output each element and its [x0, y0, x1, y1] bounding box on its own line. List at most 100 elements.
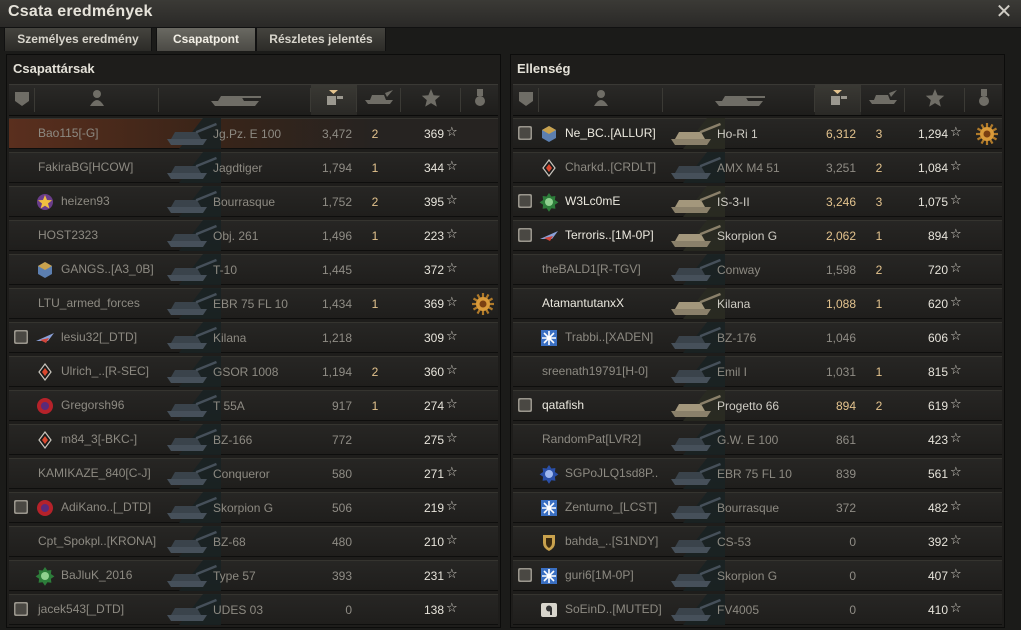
player-name[interactable]: RandomPat[LVR2] [542, 432, 641, 446]
player-name[interactable]: HOST2323 [38, 228, 98, 242]
table-row[interactable]: sreenath19791[H-0] Emil I 1,031 1 815 ☆ [513, 356, 1002, 387]
table-row[interactable]: Zenturno_[LCST] Bourrasque 372 482 ☆ [513, 492, 1002, 523]
table-row[interactable]: Charkd..[CRDLT] AMX M4 51 3,251 2 1,084 ☆ [513, 152, 1002, 183]
column-header-tank[interactable] [159, 85, 311, 115]
player-name[interactable]: m84_3[-BKC-] [61, 432, 137, 446]
xp-star-icon [915, 87, 955, 114]
player-name[interactable]: BaJluK_2016 [61, 568, 132, 582]
player-name[interactable]: SoEinD..[MUTED] [565, 602, 662, 616]
table-row[interactable]: Gregorsh96 T 55A 917 1 274 ☆ [9, 390, 498, 421]
table-row[interactable]: KAMIKAZE_840[C-J] Conqueror 580 271 ☆ [9, 458, 498, 489]
close-icon[interactable]: ✕ [995, 1, 1013, 21]
blue-badge-icon [539, 464, 559, 484]
player-name[interactable]: Bao115[-G] [38, 126, 98, 140]
player-name[interactable]: W3Lc0mE [565, 194, 620, 208]
squad-icon [13, 601, 29, 617]
table-row[interactable]: LTU_armed_forces EBR 75 FL 10 1,434 1 369 ☆ [9, 288, 498, 319]
player-name[interactable]: Charkd..[CRDLT] [565, 160, 656, 174]
table-row[interactable]: SGPoJLQ1sd8P.. EBR 75 FL 10 839 561 ☆ [513, 458, 1002, 489]
column-header-player[interactable] [35, 85, 159, 115]
tab-detailed-report[interactable]: Részletes jelentés [256, 27, 386, 51]
column-header-damage[interactable] [311, 85, 357, 115]
player-name[interactable]: AdiKano..[_DTD] [61, 500, 151, 514]
table-row[interactable]: guri6[1M-0P] Skorpion G 0 407 ☆ [513, 560, 1002, 591]
column-header-kills[interactable] [861, 85, 905, 115]
damage-value: 0 [849, 603, 856, 617]
column-header-squad[interactable] [9, 85, 35, 115]
player-name[interactable]: sreenath19791[H-0] [542, 364, 648, 378]
table-row[interactable]: heizen93 Bourrasque 1,752 2 395 ☆ [9, 186, 498, 217]
tab-personal-results[interactable]: Személyes eredmény [4, 27, 152, 51]
shield-badge-icon [539, 532, 559, 552]
table-row[interactable]: GANGS..[A3_0B] T-10 1,445 372 ☆ [9, 254, 498, 285]
player-name[interactable]: Gregorsh96 [61, 398, 124, 412]
medal-icon [460, 87, 500, 114]
column-header-kills[interactable] [357, 85, 401, 115]
star-icon: ☆ [446, 499, 458, 514]
player-name[interactable]: theBALD1[R-TGV] [542, 262, 641, 276]
table-row[interactable]: BaJluK_2016 Type 57 393 231 ☆ [9, 560, 498, 591]
table-row[interactable]: Cpt_Spokpl..[KRONA] BZ-68 480 210 ☆ [9, 526, 498, 557]
star-icon: ☆ [950, 533, 962, 548]
table-row[interactable]: AdiKano..[_DTD] Skorpion G 506 219 ☆ [9, 492, 498, 523]
player-name[interactable]: AtamantutanxX [542, 296, 624, 310]
player-name[interactable]: KAMIKAZE_840[C-J] [38, 466, 151, 480]
tank-icon [663, 254, 725, 285]
player-name[interactable]: jacek543[_DTD] [38, 602, 124, 616]
player-name[interactable]: Ulrich_..[R-SEC] [61, 364, 149, 378]
table-row[interactable]: HOST2323 Obj. 261 1,496 1 223 ☆ [9, 220, 498, 251]
star-icon: ☆ [950, 295, 962, 310]
table-row[interactable]: AtamantutanxX Kilana 1,088 1 620 ☆ [513, 288, 1002, 319]
damage-value: 506 [331, 501, 352, 515]
player-name[interactable]: SGPoJLQ1sd8P.. [565, 466, 658, 480]
table-row[interactable]: m84_3[-BKC-] BZ-166 772 275 ☆ [9, 424, 498, 455]
player-name[interactable]: lesiu32[_DTD] [61, 330, 137, 344]
column-header-damage[interactable] [815, 85, 861, 115]
column-header-tank[interactable] [663, 85, 815, 115]
table-row[interactable]: SoEinD..[MUTED] FV4005 0 410 ☆ [513, 594, 1002, 625]
star-icon: ☆ [950, 465, 962, 480]
column-header-medal[interactable] [965, 85, 1002, 115]
table-row[interactable]: FakiraBG[HCOW] Jagdtiger 1,794 1 344 ☆ [9, 152, 498, 183]
column-header-medal[interactable] [461, 85, 498, 115]
column-header-squad[interactable] [513, 85, 539, 115]
player-name[interactable]: Ne_BC..[ALLUR] [565, 126, 656, 140]
vehicle-name: G.W. E 100 [717, 433, 779, 447]
table-row[interactable]: Bao115[-G] Jg.Pz. E 100 3,472 2 369 ☆ [9, 118, 498, 149]
xp-value: 231 [423, 569, 444, 583]
medal-icon[interactable] [471, 292, 495, 316]
table-row[interactable]: Terroris..[1M-0P] Skorpion G 2,062 1 894 ☆ [513, 220, 1002, 251]
player-name[interactable]: heizen93 [61, 194, 110, 208]
player-name[interactable]: Trabbi..[XADEN] [565, 330, 653, 344]
column-header-xp-star[interactable] [401, 85, 461, 115]
table-row[interactable]: Trabbi..[XADEN] BZ-176 1,046 606 ☆ [513, 322, 1002, 353]
player-name[interactable]: Zenturno_[LCST] [565, 500, 657, 514]
table-row[interactable]: theBALD1[R-TGV] Conway 1,598 2 720 ☆ [513, 254, 1002, 285]
table-row[interactable]: Ulrich_..[R-SEC] GSOR 1008 1,194 2 360 ☆ [9, 356, 498, 387]
tank-icon [663, 220, 725, 251]
table-row[interactable]: Ne_BC..[ALLUR] Ho-Ri 1 6,312 3 1,294 ☆ [513, 118, 1002, 149]
player-name[interactable]: qatafish [542, 398, 584, 412]
player-name[interactable]: FakiraBG[HCOW] [38, 160, 133, 174]
table-row[interactable]: W3Lc0mE IS-3-II 3,246 3 1,075 ☆ [513, 186, 1002, 217]
player-name[interactable]: bahda_..[S1NDY] [565, 534, 658, 548]
player-name[interactable]: Cpt_Spokpl..[KRONA] [38, 534, 156, 548]
player-name[interactable]: LTU_armed_forces [38, 296, 140, 310]
table-row[interactable]: bahda_..[S1NDY] CS-53 0 392 ☆ [513, 526, 1002, 557]
player-name[interactable]: GANGS..[A3_0B] [61, 262, 154, 276]
column-header-player[interactable] [539, 85, 663, 115]
player-icon [581, 87, 621, 114]
table-row[interactable]: jacek543[_DTD] UDES 03 0 138 ☆ [9, 594, 498, 625]
medal-icon[interactable] [975, 122, 999, 146]
table-row[interactable]: lesiu32[_DTD] Kilana 1,218 309 ☆ [9, 322, 498, 353]
vehicle-name: Bourrasque [717, 501, 780, 515]
kills-value: 3 [875, 127, 883, 141]
player-name[interactable]: Terroris..[1M-0P] [565, 228, 654, 242]
player-name[interactable]: guri6[1M-0P] [565, 568, 634, 582]
table-row[interactable]: qatafish Progetto 66 894 2 619 ☆ [513, 390, 1002, 421]
tab-team-score[interactable]: Csapatpont [156, 27, 256, 51]
table-row[interactable]: RandomPat[LVR2] G.W. E 100 861 423 ☆ [513, 424, 1002, 455]
column-header-xp-star[interactable] [905, 85, 965, 115]
vehicle-name: IS-3-II [717, 195, 750, 209]
tank-icon [159, 594, 221, 625]
